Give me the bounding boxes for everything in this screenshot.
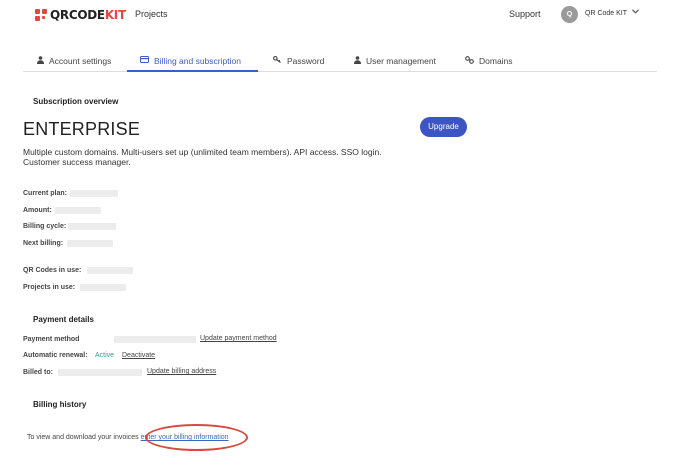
tab-domains[interactable]: Domains (465, 52, 513, 72)
qr-codes-in-use-label: QR Codes in use: (23, 267, 82, 274)
tab-label: Billing and subscription (154, 56, 241, 66)
billing-cycle-label: Billing cycle: (23, 223, 67, 230)
subscription-overview-heading: Subscription overview (33, 97, 119, 106)
current-plan-label: Current plan: (23, 190, 67, 197)
amount-value (55, 207, 101, 214)
tab-account-settings[interactable]: Account settings (37, 52, 111, 72)
deactivate-link[interactable]: Deactivate (122, 352, 155, 359)
user-name[interactable]: QR Code KIT (585, 10, 627, 17)
billing-cycle-value (68, 223, 116, 230)
chevron-down-icon[interactable] (632, 9, 639, 16)
credit-card-icon (140, 56, 149, 65)
billed-to-label: Billed to: (23, 369, 53, 376)
highlight-ring (145, 424, 248, 451)
nav-support[interactable]: Support (509, 9, 541, 19)
projects-in-use-value (80, 284, 126, 291)
tab-user-management[interactable]: User management (354, 52, 436, 72)
next-billing-label: Next billing: (23, 240, 64, 247)
qr-logo-icon (35, 9, 47, 21)
avatar[interactable]: Q (561, 6, 578, 23)
plan-description: Multiple custom domains. Multi-users set… (23, 147, 382, 167)
key-icon (273, 56, 282, 65)
user-icon (354, 56, 361, 66)
plan-name: ENTERPRISE (23, 119, 141, 139)
payment-details-heading: Payment details (33, 315, 94, 324)
link-icon (465, 56, 474, 66)
settings-tabs: Account settings Billing and subscriptio… (23, 52, 657, 72)
tab-label: Domains (479, 56, 513, 66)
next-billing-value (67, 240, 113, 247)
update-billing-address-link[interactable]: Update billing address (147, 368, 216, 375)
qr-codes-in-use-value (87, 267, 133, 274)
billing-history-heading: Billing history (33, 400, 87, 409)
tab-label: User management (366, 56, 436, 66)
payment-method-value (114, 336, 196, 343)
logo[interactable]: QRCODEKIT (35, 8, 126, 22)
logo-text: QRCODEKIT (50, 8, 126, 22)
amount-label: Amount: (23, 207, 52, 214)
renewal-status-badge: Active (95, 352, 115, 359)
automatic-renewal-label: Automatic renewal: (23, 352, 88, 359)
billed-to-value (58, 369, 142, 376)
current-plan-value (70, 190, 118, 197)
nav-projects[interactable]: Projects (135, 9, 168, 19)
tab-label: Password (287, 56, 325, 66)
top-bar: QRCODEKIT Projects Support Q QR Code KIT (0, 0, 688, 30)
user-icon (37, 56, 44, 66)
update-payment-method-link[interactable]: Update payment method (200, 335, 277, 342)
tab-billing-and-subscription[interactable]: Billing and subscription (127, 52, 258, 72)
tab-password[interactable]: Password (273, 52, 324, 72)
upgrade-button[interactable]: Upgrade (420, 117, 467, 137)
projects-in-use-label: Projects in use: (23, 284, 76, 291)
billing-history-intro: To view and download your invoices (27, 434, 139, 441)
tab-label: Account settings (49, 56, 112, 66)
payment-method-label: Payment method (23, 336, 80, 343)
